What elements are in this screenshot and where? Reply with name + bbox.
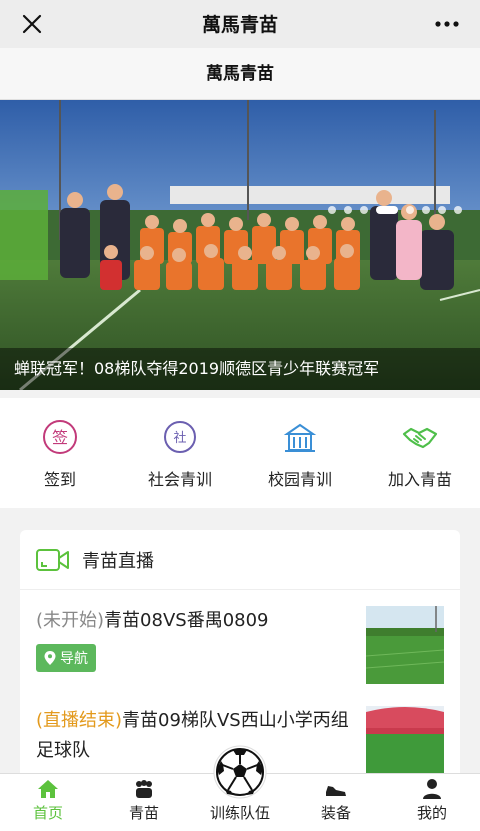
banner-caption[interactable]: 蝉联冠军！08梯队夺得2019顺德区青少年联赛冠军 bbox=[0, 348, 480, 390]
user-icon bbox=[423, 779, 441, 799]
top-bar: 萬馬青苗 bbox=[0, 0, 480, 48]
location-pin-icon bbox=[44, 651, 56, 665]
tab-label: 首页 bbox=[32, 804, 63, 822]
society-training-icon: 社 bbox=[164, 421, 196, 453]
page-header: 萬馬青苗 bbox=[0, 48, 480, 100]
carousel-dot[interactable] bbox=[360, 206, 368, 214]
quick-item-label: 加入青苗 bbox=[387, 470, 452, 489]
video-camera-icon bbox=[36, 548, 69, 571]
quick-item-label: 社会青训 bbox=[147, 470, 212, 489]
navigate-button[interactable]: 导航 bbox=[36, 644, 96, 672]
live-header: 青苗直播 bbox=[20, 530, 460, 590]
quick-item-label: 校园青训 bbox=[267, 470, 332, 489]
live-item-text[interactable]: (未开始)青苗08VS番禺0809 bbox=[36, 606, 356, 636]
carousel-indicator[interactable] bbox=[328, 206, 462, 214]
match-thumbnail[interactable] bbox=[366, 606, 444, 684]
carousel-dot[interactable] bbox=[406, 206, 414, 214]
tab-mine[interactable]: 我的 bbox=[384, 774, 480, 831]
quick-item-join[interactable]: 加入青苗 bbox=[360, 398, 480, 508]
live-title: 青苗直播 bbox=[82, 550, 154, 572]
live-item[interactable]: (未开始)青苗08VS番禺0809 导航 bbox=[36, 606, 444, 684]
live-status: (未开始) bbox=[36, 610, 105, 631]
quick-item-label: 签到 bbox=[43, 470, 76, 489]
carousel-dot[interactable] bbox=[422, 206, 430, 214]
sign-in-icon: 签 bbox=[43, 420, 77, 454]
handshake-icon bbox=[402, 427, 438, 449]
quick-menu: 签 签到 社 社会青训 校园青训 加入青苗 bbox=[0, 398, 480, 508]
live-item-text[interactable]: (直播结束)青苗09梯队VS西山小学丙组足球队 bbox=[36, 706, 356, 766]
soccer-ball-icon[interactable] bbox=[213, 745, 267, 799]
carousel-dot[interactable] bbox=[454, 206, 462, 214]
more-icon[interactable] bbox=[434, 12, 460, 36]
team-photo bbox=[0, 100, 480, 390]
live-match: 青苗08VS番禺0809 bbox=[104, 610, 269, 631]
carousel-dot-active[interactable] bbox=[376, 206, 398, 214]
quick-item-sign-in[interactable]: 签 签到 bbox=[0, 398, 120, 508]
navigate-label: 导航 bbox=[60, 651, 88, 667]
team-icon bbox=[136, 780, 152, 798]
tab-team[interactable]: 青苗 bbox=[96, 774, 192, 831]
quick-item-school-training[interactable]: 校园青训 bbox=[240, 398, 360, 508]
carousel-dot[interactable] bbox=[328, 206, 336, 214]
shoe-icon bbox=[326, 786, 346, 796]
live-status: (直播结束) bbox=[36, 710, 123, 731]
home-icon bbox=[38, 780, 58, 798]
tab-home[interactable]: 首页 bbox=[0, 774, 96, 831]
tab-label: 训练队伍 bbox=[209, 804, 270, 822]
banner-carousel[interactable]: 蝉联冠军！08梯队夺得2019顺德区青少年联赛冠军 bbox=[0, 100, 480, 390]
window-title: 萬馬青苗 bbox=[201, 14, 278, 36]
carousel-dot[interactable] bbox=[438, 206, 446, 214]
quick-item-society-training[interactable]: 社 社会青训 bbox=[120, 398, 240, 508]
tab-equipment[interactable]: 装备 bbox=[288, 774, 384, 831]
page-title: 萬馬青苗 bbox=[206, 64, 274, 84]
tab-label: 装备 bbox=[320, 804, 351, 822]
school-building-icon bbox=[283, 423, 317, 452]
tab-label: 我的 bbox=[416, 804, 447, 822]
tab-label: 青苗 bbox=[128, 804, 159, 822]
carousel-dot[interactable] bbox=[344, 206, 352, 214]
svg-text:社: 社 bbox=[173, 430, 186, 446]
svg-text:签: 签 bbox=[52, 428, 68, 447]
